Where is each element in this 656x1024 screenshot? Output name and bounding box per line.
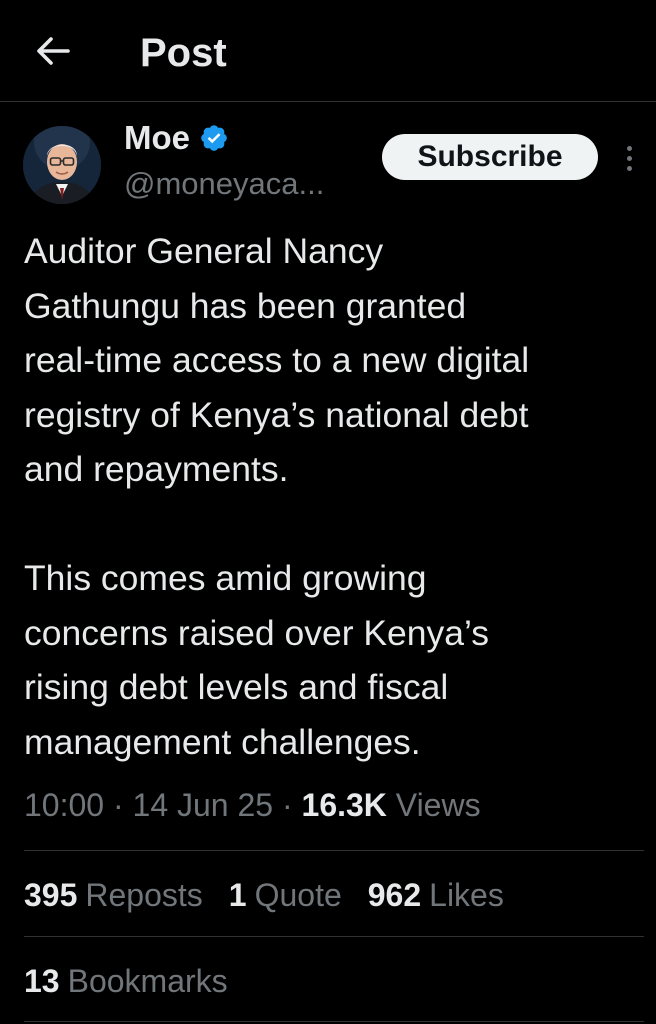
subscribe-button[interactable]: Subscribe: [382, 134, 598, 180]
more-vertical-icon: [626, 145, 632, 151]
more-options-button[interactable]: [616, 140, 642, 176]
reposts-label: Reposts: [85, 877, 203, 913]
post-date[interactable]: 14 Jun 25: [133, 787, 274, 823]
author-handle[interactable]: @moneyaca...: [124, 164, 324, 204]
meta-separator: ·: [112, 787, 133, 823]
quotes-count: 1: [228, 877, 247, 913]
divider: [24, 1021, 644, 1022]
quotes-label: Quote: [254, 877, 342, 913]
author-name[interactable]: Moe: [124, 118, 229, 158]
post-meta: 10:00 · 14 Jun 25 · 16.3K Views: [24, 780, 481, 830]
bookmarks-label: Bookmarks: [67, 963, 228, 999]
page-title: Post: [140, 31, 227, 75]
views-count: 16.3K: [301, 787, 387, 823]
verified-badge-icon: [201, 125, 227, 151]
profile-photo: [23, 126, 101, 204]
post-time[interactable]: 10:00: [24, 787, 104, 823]
likes-label: Likes: [429, 877, 504, 913]
divider: [24, 936, 644, 937]
quotes-stat[interactable]: 1 Quote: [229, 870, 342, 920]
more-dot: [626, 155, 632, 161]
avatar[interactable]: [23, 126, 101, 204]
author-name-text: Moe: [124, 119, 190, 156]
engagement-stats: 395 Reposts 1 Quote 962 Likes: [24, 870, 530, 920]
divider: [24, 850, 644, 851]
post-text: Auditor General Nancy Gathungu has been …: [24, 231, 530, 762]
back-button[interactable]: [28, 28, 78, 74]
post-screen: Post Moe @moneyaca... Subscribe Auditor …: [0, 0, 656, 1024]
reposts-stat[interactable]: 395 Reposts: [24, 870, 203, 920]
likes-stat[interactable]: 962 Likes: [368, 870, 504, 920]
arrow-left-icon: [37, 37, 70, 65]
likes-count: 962: [367, 877, 422, 913]
bookmarks-stat[interactable]: 13 Bookmarks: [24, 956, 228, 1006]
meta-separator: ·: [281, 787, 302, 823]
top-bar: Post: [0, 0, 656, 102]
more-dot: [626, 165, 632, 171]
reposts-count: 395: [24, 877, 78, 913]
views-label: Views: [395, 787, 481, 823]
bookmarks-count: 13: [24, 963, 60, 999]
